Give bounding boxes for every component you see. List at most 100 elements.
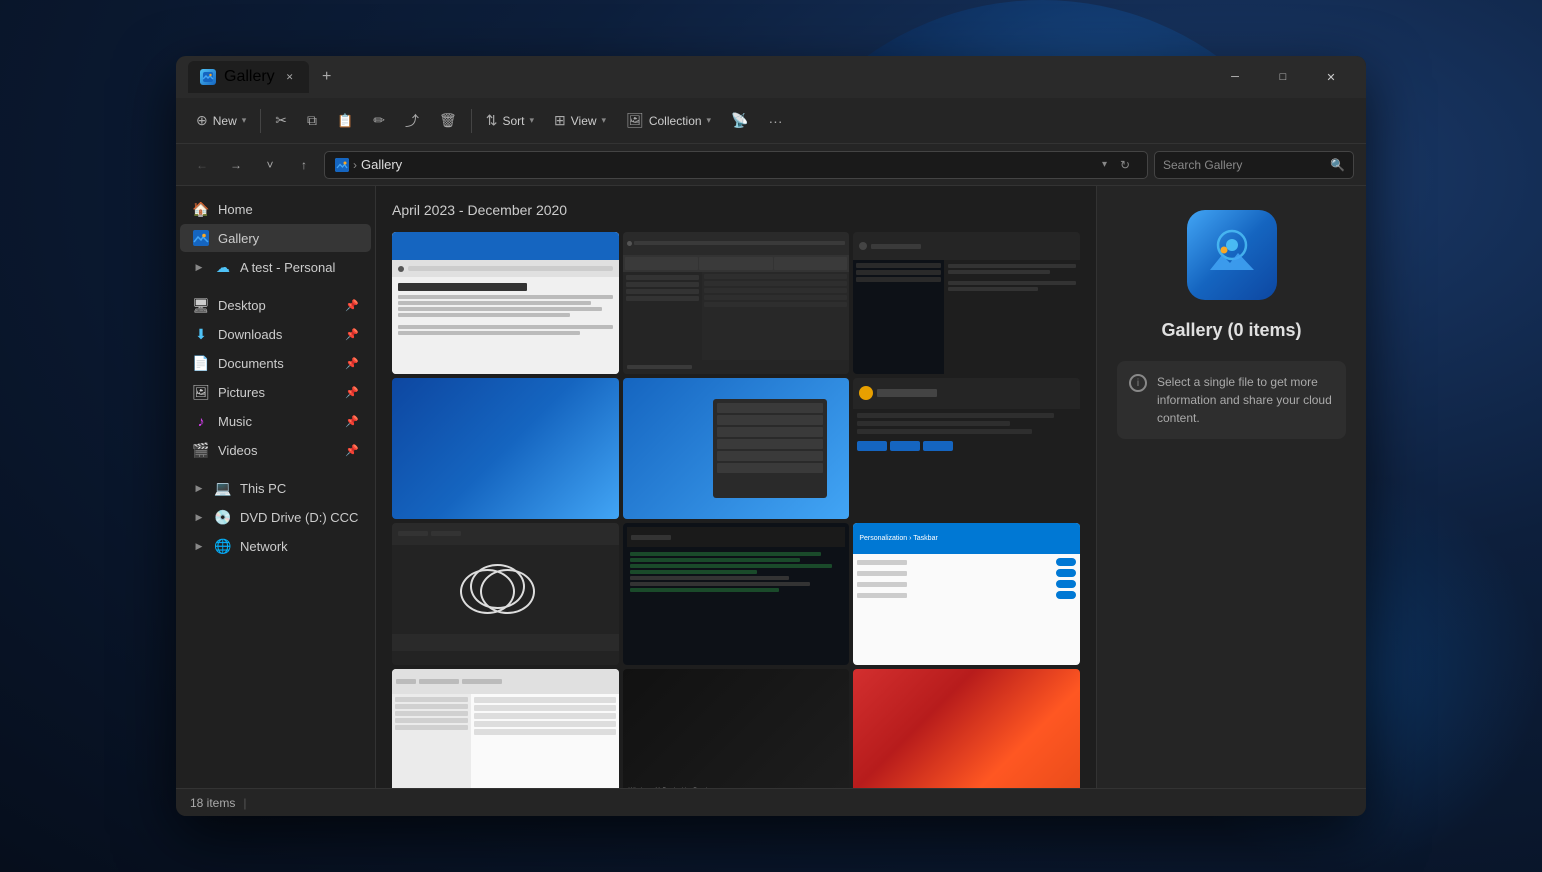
tab-close-button[interactable]: ✕ [283,70,297,84]
cut-icon: ✂ [275,112,287,129]
close-button[interactable]: ✕ [1308,61,1354,93]
photo-item-12[interactable] [853,669,1080,788]
sidebar-item-documents[interactable]: 📄 Documents 📌 [180,349,371,377]
pictures-icon: 🖼 [192,383,210,401]
pin-icon-music: 📌 [345,415,359,428]
sidebar-item-music[interactable]: ♪ Music 📌 [180,407,371,435]
sidebar-music-label: Music [218,414,252,429]
new-button[interactable]: ⊕ New ▾ [188,105,254,137]
photo-item-4[interactable] [392,378,619,520]
more-button[interactable]: ··· [761,105,791,137]
share-icon: ⤴ [405,111,419,131]
collection-label: Collection [649,114,702,128]
expand-thispc-icon: ▶ [192,481,206,495]
sidebar-item-pictures[interactable]: 🖼 Pictures 📌 [180,378,371,406]
expand-icon: ▶ [192,260,206,274]
photo-item-5[interactable] [623,378,850,520]
cast-button[interactable]: 📡 [723,105,756,137]
photo-item-2[interactable] [623,232,850,374]
photo-item-6[interactable] [853,378,1080,520]
sidebar-item-downloads[interactable]: ⬇ Downloads 📌 [180,320,371,348]
sidebar-item-home[interactable]: 🏠 Home [180,195,371,223]
sidebar-item-thispc[interactable]: ▶ 💻 This PC [180,474,371,502]
photo-item-3[interactable] [853,232,1080,374]
delete-button[interactable]: 🗑 [431,105,465,137]
search-input[interactable] [1163,158,1324,172]
collection-button[interactable]: 🖼 Collection ▾ [618,105,719,137]
sidebar-item-desktop[interactable]: 🖥 Desktop 📌 [180,291,371,319]
cut-button[interactable]: ✂ [267,105,295,137]
dvd-icon: 💿 [214,508,232,526]
sidebar-network-label: Network [240,539,288,554]
address-dropdown-icon[interactable]: ▾ [1102,159,1107,170]
breadcrumb: › Gallery [335,157,1096,172]
sidebar-item-dvd[interactable]: ▶ 💿 DVD Drive (D:) CCC [180,503,371,531]
status-separator: | [243,796,246,810]
new-tab-button[interactable]: + [313,63,341,91]
photo-item-10[interactable] [392,669,619,788]
photo-item-7[interactable] [392,523,619,665]
pin-icon-documents: 📌 [345,357,359,370]
window-controls: ─ □ ✕ [1212,61,1354,93]
address-input[interactable]: › Gallery ▾ ↻ [324,151,1148,179]
tab-area: Gallery ✕ + [188,61,1212,93]
photo-item-8[interactable] [623,523,850,665]
toolbar-separator-1 [260,109,261,133]
pin-icon-videos: 📌 [345,444,359,457]
forward-button[interactable]: → [222,151,250,179]
sort-icon: ⇅ [486,112,498,129]
new-dropdown-icon: ▾ [242,115,247,126]
refresh-button[interactable]: ↻ [1113,153,1137,177]
computer-icon: 💻 [214,479,232,497]
info-panel: Gallery (0 items) i Select a single file… [1096,186,1366,788]
search-icon[interactable]: 🔍 [1330,158,1345,172]
copy-button[interactable]: ⧉ [299,105,325,137]
collection-icon: 🖼 [626,112,644,129]
desktop-icon: 🖥 [192,296,210,314]
sidebar-dvd-label: DVD Drive (D:) CCC [240,510,358,525]
toolbar-separator-2 [471,109,472,133]
info-icon: i [1129,374,1147,392]
photo-item-9[interactable]: Personalization › Taskbar [853,523,1080,665]
gallery-tab[interactable]: Gallery ✕ [188,61,309,93]
sidebar-downloads-label: Downloads [218,327,282,342]
sidebar-item-gallery[interactable]: Gallery [180,224,371,252]
sidebar-gallery-label: Gallery [218,231,259,246]
rename-icon: ✏ [373,112,385,129]
sidebar-thispc-label: This PC [240,481,286,496]
new-label: New [213,114,237,128]
title-bar: Gallery ✕ + ─ □ ✕ [176,56,1366,98]
photo-item-1[interactable] [392,232,619,374]
breadcrumb-icon [335,158,349,172]
sort-button[interactable]: ⇅ Sort ▾ [478,105,542,137]
copy-icon: ⧉ [307,112,317,129]
network-icon: 🌐 [214,537,232,555]
minimize-button[interactable]: ─ [1212,61,1258,93]
new-icon: ⊕ [196,112,208,129]
file-explorer-window: Gallery ✕ + ─ □ ✕ ⊕ New ▾ ✂ ⧉ 📋 ✏ [176,56,1366,816]
dropdown-button[interactable]: ˅ [256,151,284,179]
date-range: April 2023 - December 2020 [392,202,1080,218]
home-icon: 🏠 [192,200,210,218]
sidebar-item-atest[interactable]: ▶ ☁ A test - Personal [180,253,371,281]
sidebar-item-network[interactable]: ▶ 🌐 Network [180,532,371,560]
sidebar: 🏠 Home Gallery ▶ ☁ A test - Personal [176,186,376,788]
info-message: i Select a single file to get more infor… [1117,361,1346,439]
gallery-pane: April 2023 - December 2020 [376,186,1096,788]
tab-icon [200,69,216,85]
rename-button[interactable]: ✏ [365,105,393,137]
view-button[interactable]: ⊞ View ▾ [546,105,614,137]
toolbar: ⊕ New ▾ ✂ ⧉ 📋 ✏ ⤴ 🗑 ⇅ Sort ▾ ⊞ [176,98,1366,144]
share-button[interactable]: ⤴ [397,105,427,137]
maximize-button[interactable]: □ [1260,61,1306,93]
music-icon: ♪ [192,412,210,430]
sidebar-item-videos[interactable]: 🎬 Videos 📌 [180,436,371,464]
up-button[interactable]: ↑ [290,151,318,179]
videos-icon: 🎬 [192,441,210,459]
paste-button[interactable]: 📋 [329,105,361,137]
sidebar-videos-label: Videos [218,443,258,458]
back-button[interactable]: ← [188,151,216,179]
sidebar-atest-label: A test - Personal [240,260,335,275]
photo-item-11[interactable]: Windows 11 Pro Insider Previ... Evaluati… [623,669,850,788]
breadcrumb-separator: › [353,158,357,172]
